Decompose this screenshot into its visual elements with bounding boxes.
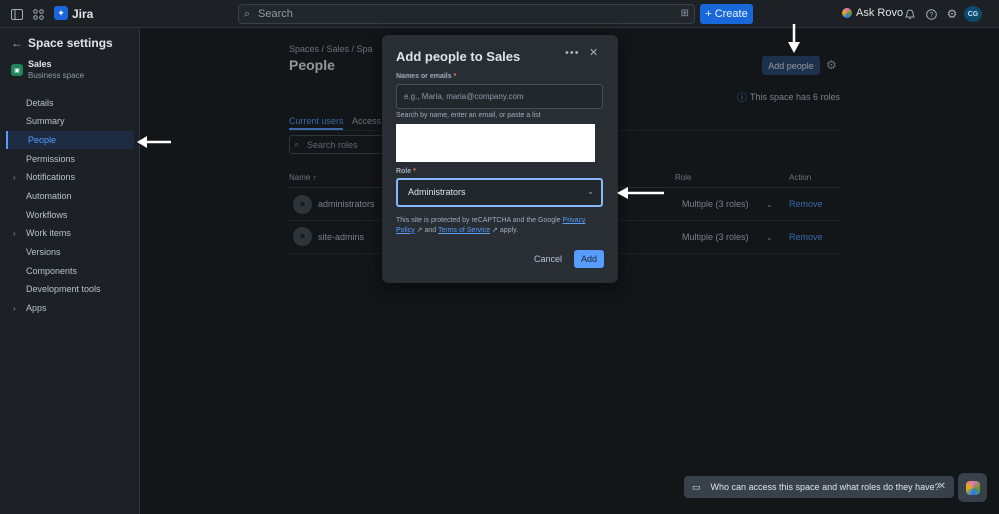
annotation-arrow-people xyxy=(137,136,171,148)
help-icon[interactable]: ? xyxy=(923,6,939,22)
sidebar-item-apps[interactable]: › Apps xyxy=(6,299,134,317)
back-arrow-icon[interactable]: ← xyxy=(11,36,23,50)
sidebar-item-label: Components xyxy=(26,266,78,276)
sidebar-item-people[interactable]: People xyxy=(6,131,134,149)
sidebar-item-summary[interactable]: Summary xyxy=(6,112,134,130)
names-helper-text: Search by name, enter an email, or paste… xyxy=(396,112,541,119)
space-avatar-icon: ▣ xyxy=(11,64,23,76)
search-icon: ⌕ xyxy=(244,8,251,20)
role-select[interactable]: Administrators ⌄ xyxy=(396,178,603,207)
sidebar-item-label: Permissions xyxy=(26,154,76,164)
sidebar-item-label: Workflows xyxy=(26,210,68,220)
app-name[interactable]: Jira xyxy=(72,7,93,21)
rovo-suggestion-chip[interactable]: ▭ Who can access this space and what rol… xyxy=(684,476,954,498)
chat-bubble-icon: ▭ xyxy=(692,481,701,492)
more-options-icon[interactable]: ••• xyxy=(565,47,580,59)
dialog-title: Add people to Sales xyxy=(396,49,521,64)
space-settings-sidebar: ← Space settings ▣ Sales Business space … xyxy=(0,28,140,514)
space-name: Sales xyxy=(28,59,52,69)
close-icon[interactable]: ✕ xyxy=(589,46,598,59)
settings-gear-icon[interactable]: ⚙ xyxy=(944,6,960,22)
sidebar-item-label: Details xyxy=(26,98,54,108)
suggestion-text: Who can access this space and what roles… xyxy=(710,482,940,492)
sidebar-item-versions[interactable]: Versions xyxy=(6,243,134,261)
sidebar-item-label: Apps xyxy=(26,303,47,313)
search-filter-icon[interactable]: ⊞ xyxy=(681,8,689,19)
sidebar-item-label: Summary xyxy=(26,116,65,126)
svg-text:?: ? xyxy=(929,12,933,19)
rovo-icon xyxy=(965,480,980,495)
sidebar-item-automation[interactable]: Automation xyxy=(6,187,134,205)
plus-icon: + xyxy=(705,8,712,20)
sidebar-header: Space settings xyxy=(28,36,113,50)
top-navigation-bar: ✦ Jira ⌕ Search ⊞ + Create Ask Rovo ? ⚙ … xyxy=(0,0,999,28)
cancel-button[interactable]: Cancel xyxy=(532,250,564,268)
add-button[interactable]: Add xyxy=(574,250,604,268)
sidebar-item-label: Automation xyxy=(26,191,72,201)
sidebar-item-label: People xyxy=(28,135,57,145)
add-people-dialog: Add people to Sales ••• ✕ Names or email… xyxy=(382,35,618,283)
sidebar-item-label: Work items xyxy=(26,228,71,238)
annotation-arrow-role xyxy=(617,187,664,199)
chevron-down-icon: ⌄ xyxy=(587,187,594,196)
annotation-arrow-add-people xyxy=(788,24,800,53)
space-type: Business space xyxy=(28,71,85,80)
sidebar-toggle-icon[interactable] xyxy=(9,6,25,22)
jira-logo-icon[interactable]: ✦ xyxy=(54,6,68,20)
create-button[interactable]: + Create xyxy=(700,4,753,24)
notifications-bell-icon[interactable] xyxy=(902,6,918,22)
names-placeholder: e.g., Maria, maria@company.com xyxy=(404,92,524,101)
rovo-chat-button[interactable] xyxy=(958,473,987,502)
sidebar-item-permissions[interactable]: Permissions xyxy=(6,150,134,168)
sidebar-item-details[interactable]: Details xyxy=(6,94,134,112)
recaptcha-notice: This site is protected by reCAPTCHA and … xyxy=(396,217,586,234)
names-label: Names or emails * xyxy=(396,73,457,80)
sidebar-item-label: Notifications xyxy=(26,172,76,182)
sidebar-item-work-items[interactable]: › Work items xyxy=(6,224,134,242)
dismiss-icon[interactable]: ✕ xyxy=(938,481,946,492)
sidebar-item-workflows[interactable]: Workflows xyxy=(6,206,134,224)
sidebar-item-development-tools[interactable]: Development tools xyxy=(6,280,134,298)
chevron-right-icon[interactable]: › xyxy=(13,304,16,313)
names-or-emails-input[interactable]: e.g., Maria, maria@company.com xyxy=(396,84,603,109)
terms-of-service-link[interactable]: Terms of Service xyxy=(438,227,490,234)
ask-rovo-label: Ask Rovo xyxy=(856,7,904,19)
chevron-right-icon[interactable]: › xyxy=(13,173,16,182)
chevron-right-icon[interactable]: › xyxy=(13,229,16,238)
role-label: Role * xyxy=(396,168,416,175)
recaptcha-box[interactable] xyxy=(396,124,595,162)
user-avatar[interactable]: CG xyxy=(964,6,982,22)
rovo-icon xyxy=(842,8,852,18)
role-select-value: Administrators xyxy=(408,187,466,197)
sidebar-item-components[interactable]: Components xyxy=(6,262,134,280)
sidebar-item-label: Development tools xyxy=(26,284,101,294)
ask-rovo-button[interactable]: Ask Rovo xyxy=(842,7,903,19)
sidebar-item-label: Versions xyxy=(26,247,61,257)
search-placeholder: Search xyxy=(258,8,293,20)
create-label: Create xyxy=(714,8,748,20)
app-switcher-icon[interactable] xyxy=(30,6,46,22)
sidebar-item-notifications[interactable]: › Notifications xyxy=(6,168,134,186)
global-search-input[interactable]: ⌕ Search ⊞ xyxy=(238,4,695,24)
